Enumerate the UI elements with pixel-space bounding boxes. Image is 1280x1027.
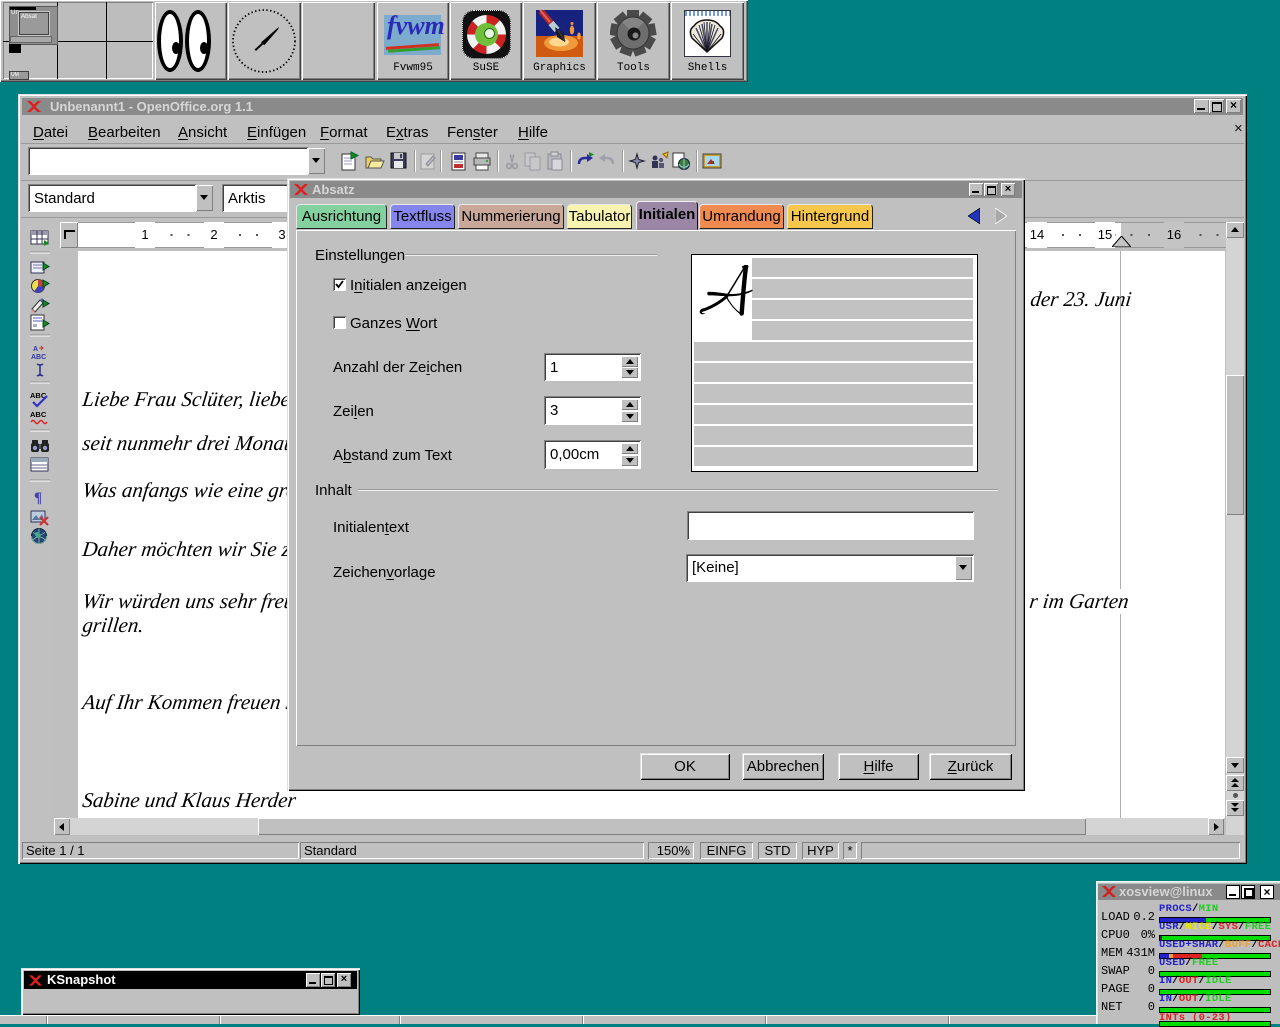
svg-text:A: A (33, 346, 38, 353)
svg-text:ABC: ABC (30, 410, 47, 419)
svg-text:ABC: ABC (31, 354, 46, 361)
svg-text:¶: ¶ (34, 490, 42, 506)
